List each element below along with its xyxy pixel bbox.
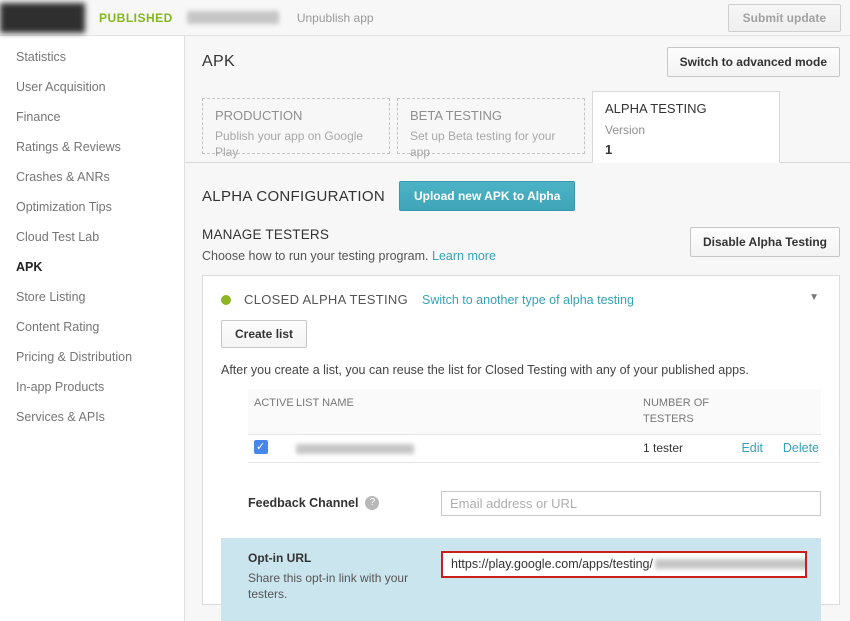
sidebar-item-optimization-tips[interactable]: Optimization Tips: [0, 192, 184, 222]
tab-production[interactable]: PRODUCTION Publish your app on Google Pl…: [202, 98, 390, 154]
sidebar-item-content-rating[interactable]: Content Rating: [0, 312, 184, 342]
optin-section: Opt-in URL Share this opt-in link with y…: [221, 538, 821, 621]
active-checkbox[interactable]: [254, 440, 268, 454]
upload-apk-alpha-button[interactable]: Upload new APK to Alpha: [399, 181, 575, 211]
tab-beta-label: BETA TESTING: [410, 108, 572, 123]
top-bar: PUBLISHED Unpublish app Submit update: [0, 0, 850, 36]
tab-alpha-version-value: 1: [605, 142, 767, 157]
optin-url-desc: Share this opt-in link with your testers…: [248, 570, 428, 602]
delete-link[interactable]: Delete: [783, 441, 819, 455]
sidebar-item-pricing-distribution[interactable]: Pricing & Distribution: [0, 342, 184, 372]
tab-alpha-label: ALPHA TESTING: [605, 101, 767, 116]
tab-beta-desc: Set up Beta testing for your app: [410, 129, 572, 160]
manage-testers-title: MANAGE TESTERS: [202, 227, 496, 242]
optin-url-input[interactable]: https://play.google.com/apps/testing/: [441, 551, 807, 578]
sidebar-item-store-listing[interactable]: Store Listing: [0, 282, 184, 312]
chevron-down-icon[interactable]: ▼: [809, 292, 819, 303]
sidebar-item-apk[interactable]: APK: [0, 252, 184, 282]
tab-alpha-version-label: Version: [605, 123, 767, 139]
table-row: 1 tester Edit Delete: [248, 435, 821, 463]
closed-alpha-title: CLOSED ALPHA TESTING: [244, 292, 408, 307]
edit-link[interactable]: Edit: [741, 441, 763, 455]
feedback-channel-input[interactable]: [441, 491, 821, 516]
switch-alpha-type-link[interactable]: Switch to another type of alpha testing: [422, 293, 634, 307]
sidebar-item-statistics[interactable]: Statistics: [0, 42, 184, 72]
header-list-name: LIST NAME: [296, 396, 643, 412]
header-active: ACTIVE: [248, 396, 296, 412]
sidebar: Statistics User Acquisition Finance Rati…: [0, 36, 185, 621]
tab-production-label: PRODUCTION: [215, 108, 377, 123]
unpublish-app-link[interactable]: Unpublish app: [297, 11, 374, 25]
page-title: APK: [202, 53, 235, 71]
header-number-of-testers: NUMBER OF TESTERS: [643, 396, 715, 428]
submit-update-button[interactable]: Submit update: [728, 4, 841, 32]
optin-url-label: Opt-in URL: [248, 551, 428, 565]
manage-testers-desc-text: Choose how to run your testing program.: [202, 249, 429, 263]
app-name-redacted: [187, 11, 279, 24]
sidebar-item-in-app-products[interactable]: In-app Products: [0, 372, 184, 402]
sidebar-item-finance[interactable]: Finance: [0, 102, 184, 132]
help-icon[interactable]: ?: [365, 496, 379, 510]
app-icon-redacted: [0, 3, 85, 33]
published-badge: PUBLISHED: [99, 11, 173, 25]
apk-track-tabs: PRODUCTION Publish your app on Google Pl…: [185, 91, 850, 163]
disable-alpha-testing-button[interactable]: Disable Alpha Testing: [690, 227, 840, 257]
testers-count: 1 tester: [643, 441, 715, 455]
main-content: APK Switch to advanced mode PRODUCTION P…: [185, 36, 850, 621]
sidebar-item-ratings-reviews[interactable]: Ratings & Reviews: [0, 132, 184, 162]
status-dot-icon: [221, 295, 231, 305]
tab-alpha-testing[interactable]: ALPHA TESTING Version 1: [592, 91, 780, 163]
feedback-channel-label: Feedback Channel: [248, 496, 358, 510]
sidebar-item-services-apis[interactable]: Services & APIs: [0, 402, 184, 432]
tab-beta-testing[interactable]: BETA TESTING Set up Beta testing for you…: [397, 98, 585, 154]
tab-production-desc: Publish your app on Google Play: [215, 129, 377, 160]
alpha-configuration-title: ALPHA CONFIGURATION: [202, 188, 385, 205]
create-list-button[interactable]: Create list: [221, 320, 307, 348]
learn-more-link[interactable]: Learn more: [432, 249, 496, 263]
sidebar-item-user-acquisition[interactable]: User Acquisition: [0, 72, 184, 102]
optin-url-text: https://play.google.com/apps/testing/: [451, 557, 653, 571]
list-name-redacted: [296, 444, 414, 454]
testers-table: ACTIVE LIST NAME NUMBER OF TESTERS 1 tes…: [248, 389, 821, 463]
manage-testers-desc: Choose how to run your testing program. …: [202, 249, 496, 263]
switch-advanced-mode-button[interactable]: Switch to advanced mode: [667, 47, 840, 77]
sidebar-item-cloud-test-lab[interactable]: Cloud Test Lab: [0, 222, 184, 252]
optin-url-redacted: [655, 559, 807, 569]
sidebar-item-crashes-anrs[interactable]: Crashes & ANRs: [0, 162, 184, 192]
reuse-note: After you create a list, you can reuse t…: [221, 363, 821, 377]
closed-alpha-card: CLOSED ALPHA TESTING Switch to another t…: [202, 275, 840, 605]
